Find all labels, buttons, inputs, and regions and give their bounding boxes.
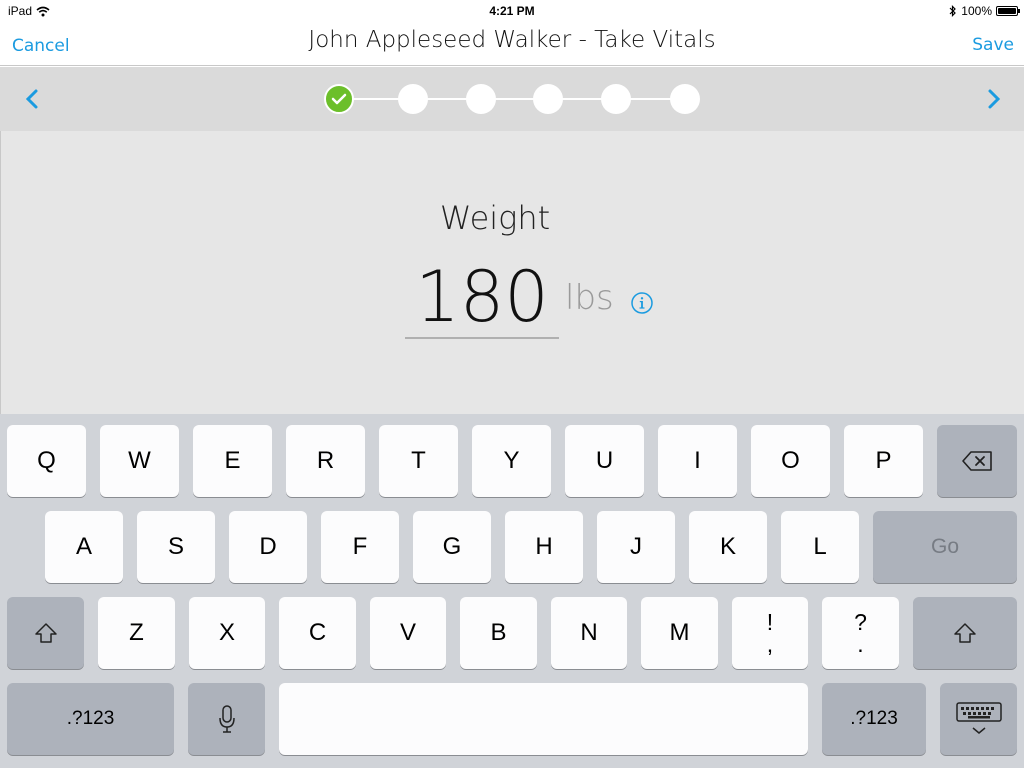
status-bar: iPad 4:21 PM 100% xyxy=(0,0,1024,22)
key-k[interactable]: K xyxy=(689,511,767,583)
shift-key-right[interactable] xyxy=(913,597,1017,669)
key-x[interactable]: X xyxy=(189,597,265,669)
step-3[interactable] xyxy=(466,84,496,114)
key-n[interactable]: N xyxy=(551,597,627,669)
key-question-label: ? xyxy=(854,609,867,635)
key-u[interactable]: U xyxy=(565,425,644,497)
key-j[interactable]: J xyxy=(597,511,675,583)
microphone-icon xyxy=(218,705,235,733)
unit-label: lbs xyxy=(565,278,614,318)
key-v[interactable]: V xyxy=(370,597,446,669)
weight-input[interactable]: 180 xyxy=(405,255,559,339)
key-f[interactable]: F xyxy=(321,511,399,583)
chevron-left-icon[interactable] xyxy=(20,87,44,111)
key-p[interactable]: P xyxy=(844,425,923,497)
step-2[interactable] xyxy=(398,84,428,114)
field-label: Weight xyxy=(439,199,551,237)
key-e[interactable]: E xyxy=(193,425,272,497)
vitals-entry-panel: Weight 180 lbs xyxy=(0,131,1024,414)
step-progress-bar xyxy=(0,67,1024,131)
step-6[interactable] xyxy=(670,84,700,114)
navigation-bar: Cancel John Appleseed Walker - Take Vita… xyxy=(0,22,1024,66)
key-b[interactable]: B xyxy=(460,597,537,669)
shift-icon xyxy=(34,623,57,643)
battery-percent: 100% xyxy=(961,4,992,18)
clock: 4:21 PM xyxy=(489,4,535,18)
key-q[interactable]: Q xyxy=(7,425,86,497)
space-bar[interactable] xyxy=(279,683,808,755)
battery-icon xyxy=(996,6,1020,16)
bluetooth-icon xyxy=(949,5,957,17)
key-o[interactable]: O xyxy=(751,425,830,497)
key-h[interactable]: H xyxy=(505,511,583,583)
hide-keyboard-key[interactable] xyxy=(940,683,1017,755)
key-period-label: . xyxy=(857,631,864,657)
info-icon[interactable] xyxy=(630,291,654,315)
go-key[interactable]: Go xyxy=(873,511,1017,583)
key-d[interactable]: D xyxy=(229,511,307,583)
key-r[interactable]: R xyxy=(286,425,365,497)
key-s[interactable]: S xyxy=(137,511,215,583)
key-a[interactable]: A xyxy=(45,511,123,583)
key-g[interactable]: G xyxy=(413,511,491,583)
step-1-complete[interactable] xyxy=(324,84,354,114)
chevron-right-icon[interactable] xyxy=(982,87,1006,111)
dictation-key[interactable] xyxy=(188,683,265,755)
key-l[interactable]: L xyxy=(781,511,859,583)
key-t[interactable]: T xyxy=(379,425,458,497)
key-w[interactable]: W xyxy=(100,425,179,497)
keyboard-dismiss-icon xyxy=(955,702,1002,734)
checkmark-icon xyxy=(331,93,347,105)
step-indicator xyxy=(324,84,702,114)
key-z[interactable]: Z xyxy=(98,597,175,669)
key-comma-label: , xyxy=(766,631,774,657)
backspace-icon xyxy=(962,451,992,471)
status-right: 100% xyxy=(949,4,1020,18)
key-i[interactable]: I xyxy=(658,425,737,497)
key-m[interactable]: M xyxy=(641,597,718,669)
shift-icon xyxy=(954,623,976,643)
numbers-key-left[interactable]: .?123 xyxy=(7,683,174,755)
key-exclamation-label: ! xyxy=(766,609,774,635)
key-question-period[interactable]: ? . xyxy=(822,597,899,669)
onscreen-keyboard: Q W E R T Y U I O P A S D F G H J K L Go… xyxy=(0,414,1024,768)
save-button[interactable]: Save xyxy=(972,35,1014,55)
step-4[interactable] xyxy=(533,84,563,114)
page-title: John Appleseed Walker - Take Vitals xyxy=(308,27,716,53)
step-connector xyxy=(338,98,686,100)
delete-key[interactable] xyxy=(937,425,1017,497)
numbers-key-right[interactable]: .?123 xyxy=(822,683,926,755)
shift-key-left[interactable] xyxy=(7,597,84,669)
key-y[interactable]: Y xyxy=(472,425,551,497)
key-exclamation-comma[interactable]: ! , xyxy=(732,597,808,669)
key-c[interactable]: C xyxy=(279,597,356,669)
step-5[interactable] xyxy=(601,84,631,114)
